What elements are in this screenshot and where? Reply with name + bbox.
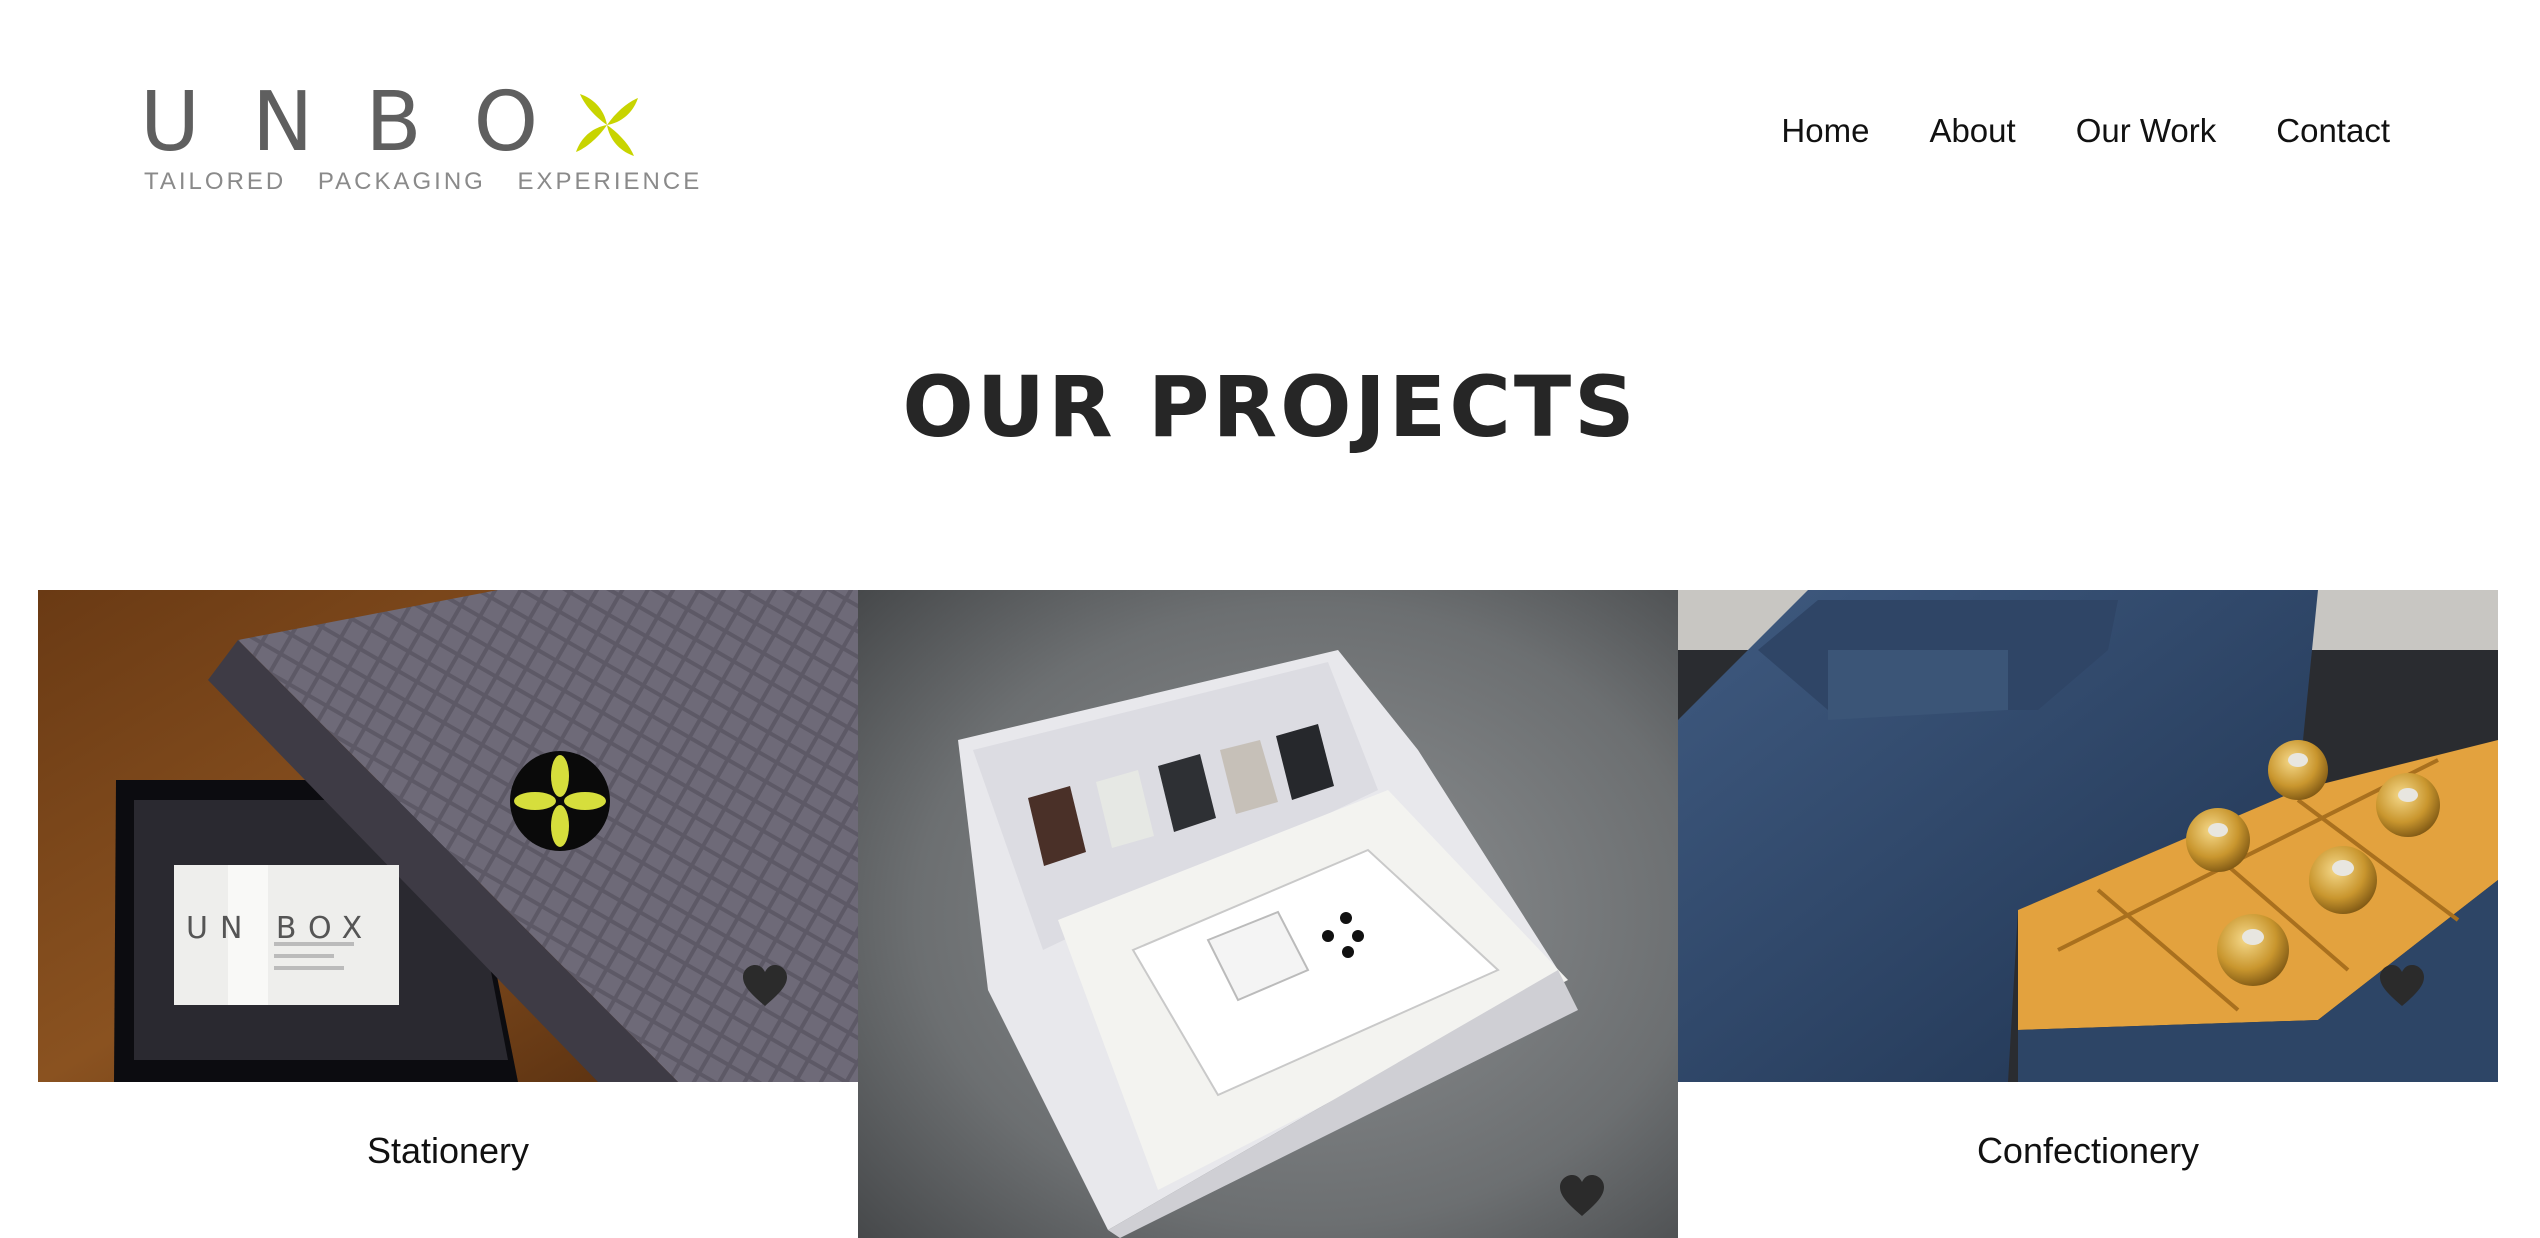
project-caption[interactable]: Confectionery (1678, 1130, 2498, 1172)
nav-about-link[interactable]: About (1929, 112, 2015, 150)
stationery-project-image[interactable]: UN BOX (38, 590, 858, 1082)
nav-contact-link[interactable]: Contact (2276, 112, 2390, 150)
svg-text:UN BOX: UN BOX (186, 911, 374, 946)
confectionery-photo-illustration (1678, 590, 2498, 1082)
page-title: OUR PROJECTS (902, 358, 1638, 456)
site-header: U N B O TAILORED PACKAGING EXPERIENCE Ho… (0, 0, 2540, 250)
nav-our-work-link[interactable]: Our Work (2076, 112, 2217, 150)
logo-letter: U (140, 75, 201, 170)
logo-letter: B (365, 75, 422, 170)
heart-icon[interactable] (2378, 964, 2426, 1008)
leaf-x-logo-icon (576, 94, 639, 156)
logo-wordmark: U N B O (140, 78, 642, 168)
nav-home-link[interactable]: Home (1781, 112, 1869, 150)
stationery-photo-illustration: UN BOX (38, 590, 858, 1082)
tagline-word: TAILORED (144, 168, 287, 195)
main-nav: Home About Our Work Contact (1781, 112, 2390, 150)
switches-photo-illustration (858, 590, 1678, 1238)
heart-icon[interactable] (741, 964, 789, 1008)
switches-project-image[interactable] (858, 590, 1678, 1238)
project-caption[interactable]: Stationery (38, 1130, 858, 1172)
confectionery-project-image[interactable] (1678, 590, 2498, 1082)
logo-letter: O (473, 75, 539, 170)
unbox-logo[interactable]: U N B O TAILORED PACKAGING EXPERIENCE (140, 78, 699, 208)
heart-icon[interactable] (1558, 1174, 1606, 1218)
logo-letter: N (252, 75, 314, 170)
logo-tagline: TAILORED PACKAGING EXPERIENCE (144, 168, 724, 196)
tagline-word: PACKAGING (317, 168, 486, 195)
tagline-word: EXPERIENCE (517, 168, 703, 195)
